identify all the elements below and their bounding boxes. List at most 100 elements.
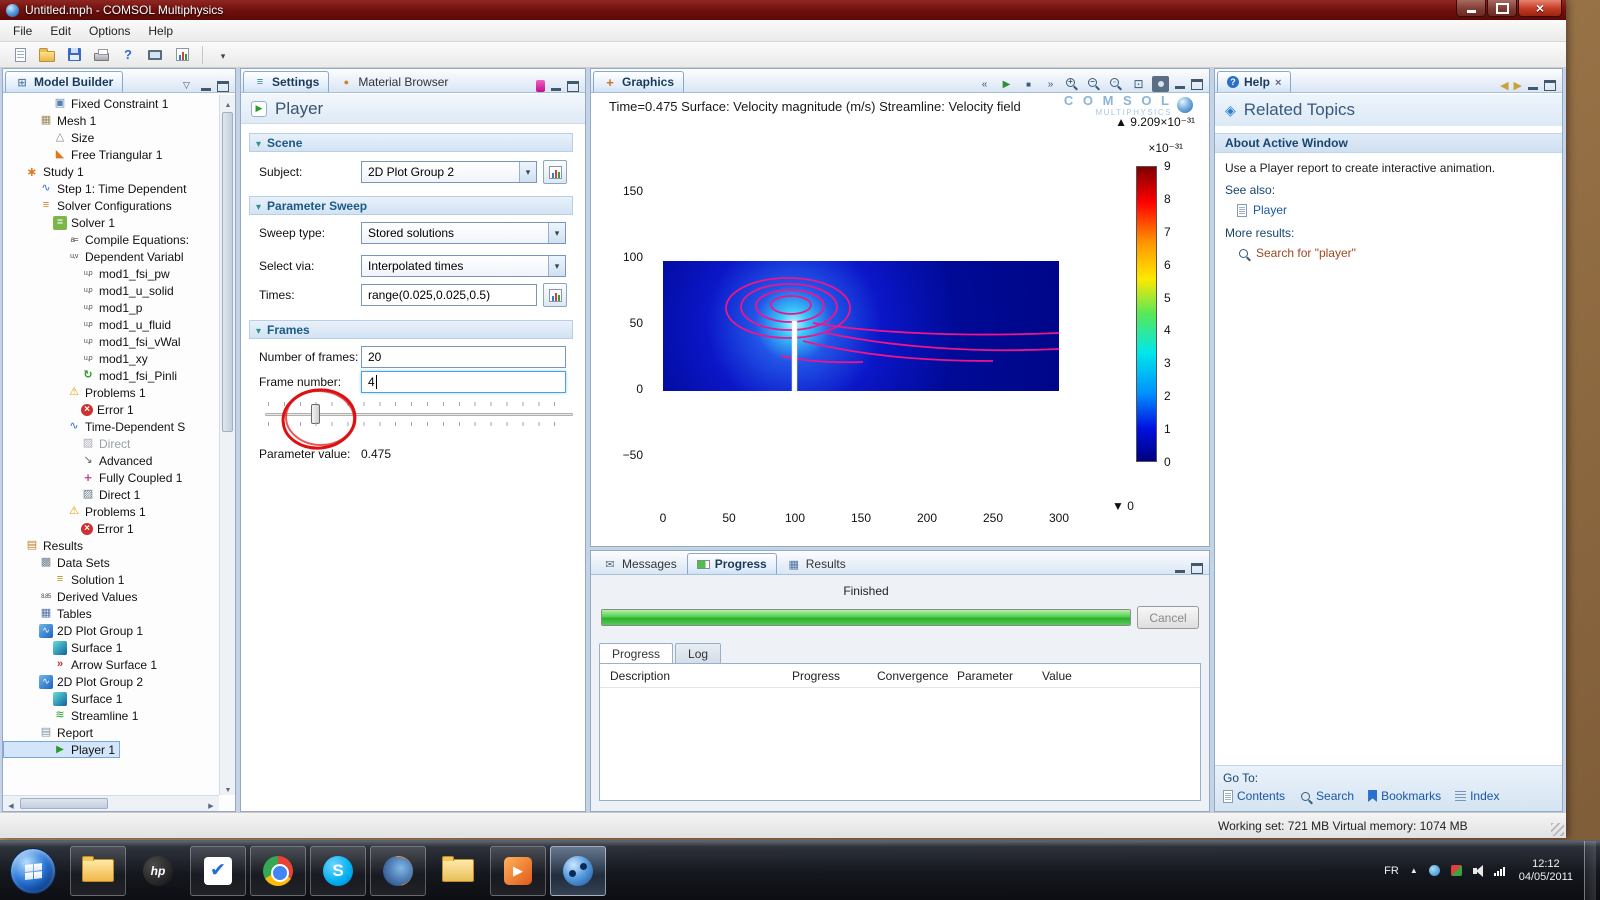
help-icon[interactable] — [116, 44, 140, 66]
scrollbar-thumb[interactable] — [222, 112, 233, 432]
firefox-taskbar-icon[interactable] — [370, 846, 426, 896]
language-indicator[interactable]: FR — [1384, 865, 1399, 877]
tab-results[interactable]: Results — [777, 553, 856, 574]
bookmarks-link[interactable]: Bookmarks — [1368, 789, 1441, 803]
tree-item[interactable]: Error 1 — [3, 520, 139, 537]
tree-item[interactable]: Error 1 — [3, 401, 139, 418]
hp-taskbar-icon[interactable]: hp — [130, 846, 186, 896]
display-icon[interactable] — [143, 44, 167, 66]
frames-section-header[interactable]: Frames — [249, 320, 573, 339]
simulation-plot[interactable] — [663, 261, 1059, 391]
start-button[interactable] — [10, 848, 56, 894]
tree-item[interactable]: mod1_fsi_pw — [3, 265, 175, 282]
menu-item[interactable]: Options — [80, 21, 139, 41]
tree-item[interactable]: Fully Coupled 1 — [3, 469, 187, 486]
scroll-left-icon[interactable] — [3, 796, 19, 811]
tree-item[interactable]: Direct — [3, 435, 135, 452]
tree-item[interactable]: Arrow Surface 1 — [3, 656, 162, 673]
comsol-taskbar-icon[interactable] — [550, 846, 606, 896]
explorer-taskbar-icon[interactable] — [70, 846, 126, 896]
first-frame-icon[interactable] — [976, 76, 993, 92]
scroll-down-icon[interactable] — [220, 780, 236, 795]
minimize-view-icon[interactable] — [1174, 563, 1186, 574]
tab-messages[interactable]: Messages — [593, 553, 687, 574]
scroll-up-icon[interactable] — [220, 95, 236, 110]
tree-item[interactable]: Problems 1 — [3, 384, 151, 401]
chevron-down-icon[interactable] — [519, 162, 536, 182]
tree-item[interactable]: Solver Configurations — [3, 197, 177, 214]
tree-item[interactable]: Solution 1 — [3, 571, 129, 588]
open-file-icon[interactable] — [35, 44, 59, 66]
snapshot-icon[interactable] — [1152, 76, 1169, 92]
subtab-log[interactable]: Log — [675, 643, 721, 664]
material-icon[interactable] — [536, 80, 545, 92]
tab-material-browser[interactable]: Material Browser — [329, 71, 458, 92]
player-help-link[interactable]: Player — [1237, 203, 1287, 217]
tree-item[interactable]: 2D Plot Group 1 — [3, 622, 148, 639]
tree-item[interactable]: Report — [3, 724, 98, 741]
new-file-icon[interactable] — [8, 44, 32, 66]
tree-item[interactable]: Data Sets — [3, 554, 115, 571]
tree-item[interactable]: mod1_xy — [3, 350, 153, 367]
tree-item[interactable]: Derived Values — [3, 588, 142, 605]
frame-number-input[interactable]: 4 — [361, 371, 566, 393]
tree-item[interactable]: Results — [3, 537, 88, 554]
chrome-taskbar-icon[interactable] — [250, 846, 306, 896]
stop-icon[interactable] — [1020, 76, 1037, 92]
tree-item[interactable]: Tables — [3, 605, 97, 622]
index-link[interactable]: Index — [1455, 789, 1499, 803]
range-button[interactable] — [543, 283, 567, 307]
scrollbar-thumb[interactable] — [20, 798, 108, 809]
forward-icon[interactable] — [1514, 78, 1522, 92]
maximize-button[interactable] — [1487, 0, 1517, 17]
refresh-plot-button[interactable] — [543, 160, 567, 184]
titlebar[interactable]: Untitled.mph - COMSOL Multiphysics — [0, 0, 1566, 20]
search-for-player-link[interactable]: Search for "player" — [1237, 246, 1356, 260]
horizontal-scrollbar[interactable] — [3, 795, 219, 811]
maximize-view-icon[interactable] — [217, 81, 229, 92]
tree-item[interactable]: Free Triangular 1 — [3, 146, 167, 163]
plot-icon[interactable] — [170, 44, 194, 66]
tree-item[interactable]: mod1_fsi_vWal — [3, 333, 186, 350]
tree-item[interactable]: Solver 1 — [3, 214, 120, 231]
tree-item[interactable]: Advanced — [3, 452, 157, 469]
chevron-down-icon[interactable] — [211, 44, 235, 66]
tree-item[interactable]: Player 1 — [3, 741, 120, 758]
tree-item[interactable]: Direct 1 — [3, 486, 145, 503]
zoom-in-icon[interactable] — [1064, 76, 1081, 92]
tab-help[interactable]: Help — [1217, 71, 1291, 92]
subject-select[interactable]: 2D Plot Group 2 — [361, 161, 537, 183]
tab-progress[interactable]: Progress — [687, 553, 777, 574]
chevron-down-icon[interactable] — [548, 223, 565, 243]
menu-item[interactable]: Edit — [41, 21, 80, 41]
folder-taskbar-icon[interactable] — [430, 846, 486, 896]
select-via-select[interactable]: Interpolated times — [361, 255, 566, 277]
play-icon[interactable] — [998, 76, 1015, 92]
close-button[interactable] — [1518, 0, 1562, 17]
tree-item[interactable]: Streamline 1 — [3, 707, 143, 724]
tree-item[interactable]: mod1_u_fluid — [3, 316, 176, 333]
clock[interactable]: 12:12 04/05/2011 — [1519, 858, 1573, 884]
menu-item[interactable]: File — [4, 21, 41, 41]
print-icon[interactable] — [89, 44, 113, 66]
zoom-out-icon[interactable] — [1086, 76, 1103, 92]
tree-item[interactable]: Step 1: Time Dependent — [3, 180, 191, 197]
tree-item[interactable]: Mesh 1 — [3, 112, 101, 129]
tray-expand-icon[interactable]: ▲ — [1410, 866, 1418, 875]
last-frame-icon[interactable] — [1042, 76, 1059, 92]
number-of-frames-input[interactable]: 20 — [361, 346, 566, 368]
tree-item[interactable]: Study 1 — [3, 163, 89, 180]
network-icon[interactable] — [1494, 866, 1506, 876]
skype-taskbar-icon[interactable]: S — [310, 846, 366, 896]
maximize-view-icon[interactable] — [567, 81, 579, 92]
maximize-view-icon[interactable] — [1191, 563, 1203, 574]
vertical-scrollbar[interactable] — [219, 95, 235, 795]
maximize-view-icon[interactable] — [1544, 80, 1556, 91]
media-taskbar-icon[interactable] — [490, 846, 546, 896]
slider-thumb[interactable] — [311, 404, 320, 424]
tree-item[interactable]: Compile Equations: — [3, 231, 194, 248]
check-app-taskbar-icon[interactable] — [190, 846, 246, 896]
volume-icon[interactable] — [1473, 868, 1477, 874]
cancel-button[interactable]: Cancel — [1137, 606, 1199, 629]
save-icon[interactable] — [62, 44, 86, 66]
